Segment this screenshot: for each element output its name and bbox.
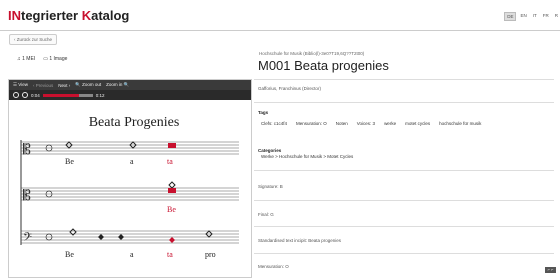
view-menu-button[interactable]: ☰ View (13, 82, 28, 88)
divider (254, 200, 554, 201)
lang-it[interactable]: IT (531, 12, 539, 21)
staff-3 (21, 230, 239, 244)
category-breadcrumb[interactable]: Werke > Hochschule für Musik > Motet Cyc… (261, 154, 353, 159)
tab-image[interactable]: ▭ 1 Image (43, 56, 67, 62)
lyric-highlight: ta (167, 157, 173, 166)
categories-label: Categories (258, 148, 282, 153)
note (98, 234, 104, 240)
logo-rest: atalog (91, 8, 130, 23)
top-bar: INtegrierter Katalog DE EN IT FR R (0, 0, 560, 31)
logo-k: K (81, 8, 92, 23)
lyric: Be (65, 250, 74, 259)
tag[interactable]: Noten (336, 121, 348, 126)
note (118, 234, 124, 240)
lyric-highlight: Be (167, 205, 176, 214)
lang-r[interactable]: R (553, 12, 560, 21)
tab-mei[interactable]: ♫ 1 MEI (17, 56, 35, 62)
next-button[interactable]: Next › (58, 83, 70, 88)
lang-de[interactable]: DE (504, 12, 517, 21)
audio-player: 0:04 0:12 (9, 90, 251, 100)
final: Final: G (258, 212, 274, 217)
note-highlight (169, 237, 175, 243)
note (168, 181, 176, 189)
tags-label: Tags (258, 110, 269, 115)
tag[interactable]: Mensuration: O (296, 121, 327, 126)
tag[interactable]: werke (384, 121, 396, 126)
clef-3-icon: 𝄢 (23, 230, 32, 246)
logo[interactable]: INtegrierter Katalog (8, 8, 129, 23)
tag[interactable]: Voices: 3 (357, 121, 375, 126)
note-highlight (168, 188, 176, 193)
media-tabs: ♫ 1 MEI ▭ 1 Image (17, 56, 67, 62)
composer: Gafforius, Franchinus (Director) (258, 86, 321, 91)
zoom-out-button[interactable]: 🔍 Zoom out (75, 82, 101, 88)
score-viewer: ☰ View ‹ Previous Next › 🔍 Zoom out Zoom… (8, 79, 252, 278)
time-start: 0:04 (31, 92, 40, 98)
lang-fr[interactable]: FR (541, 12, 551, 21)
stop-icon[interactable] (22, 92, 28, 98)
viewer-toolbar: ☰ View ‹ Previous Next › 🔍 Zoom out Zoom… (9, 80, 251, 90)
tab-mei-label: 1 MEI (22, 56, 36, 62)
lyric: pro (205, 250, 216, 259)
mensuration: Mensuration: O (258, 264, 289, 269)
play-icon[interactable] (13, 92, 19, 98)
progress-fill (42, 93, 79, 97)
score-notation: Beata Progenies 𝄡 𝄡 𝄢 Be a ta Be Be a ta… (20, 115, 239, 259)
progress-track[interactable] (42, 93, 93, 97)
divider (254, 226, 554, 227)
staff-2 (21, 187, 239, 201)
logo-prefix: IN (8, 8, 21, 23)
logo-mid: tegrierter (21, 8, 82, 23)
tab-image-label: 1 Image (49, 56, 68, 62)
back-to-search-button[interactable]: ‹ Zurück zur Suche (9, 34, 58, 45)
lyric: a (130, 250, 134, 259)
scroll-top-button[interactable]: ⌐ ⌐ (545, 267, 556, 273)
clef-1-icon: 𝄡 (23, 141, 31, 157)
divider (254, 170, 554, 171)
tag-list: Clefs: c1c4f4 Mensuration: O Noten Voice… (261, 121, 541, 126)
score-title: Beata Progenies (89, 115, 180, 130)
record-subtitle: Hochschule für Musik (Biblio(l)-3e0?T19,… (259, 51, 365, 56)
signature: Signature: B (258, 184, 283, 189)
tag[interactable]: hochschule für musik (439, 121, 481, 126)
staff-1 (21, 141, 239, 155)
zoom-in-button[interactable]: Zoom in 🔍 (106, 82, 129, 88)
page-title: M001 Beata progenies (258, 58, 389, 73)
language-switcher: DE EN IT FR R (504, 12, 560, 21)
lyric: Be (65, 157, 74, 166)
divider (254, 102, 554, 103)
lyric-highlight: ta (167, 250, 173, 259)
standardized-incipit: Standardised text incipit: Beata progeni… (258, 238, 342, 243)
divider (254, 253, 554, 254)
divider (254, 79, 554, 80)
note-highlight (168, 143, 176, 148)
lyric: a (130, 157, 134, 166)
time-end: 0:12 (95, 92, 105, 98)
previous-button[interactable]: ‹ Previous (33, 83, 53, 88)
record-panel: Hochschule für Musik (Biblio(l)-3e0?T19,… (254, 30, 560, 276)
clef-2-icon: 𝄡 (23, 187, 31, 203)
lang-en[interactable]: EN (518, 12, 528, 21)
tag[interactable]: Clefs: c1c4f4 (261, 121, 287, 126)
tag[interactable]: motet cycles (405, 121, 430, 126)
